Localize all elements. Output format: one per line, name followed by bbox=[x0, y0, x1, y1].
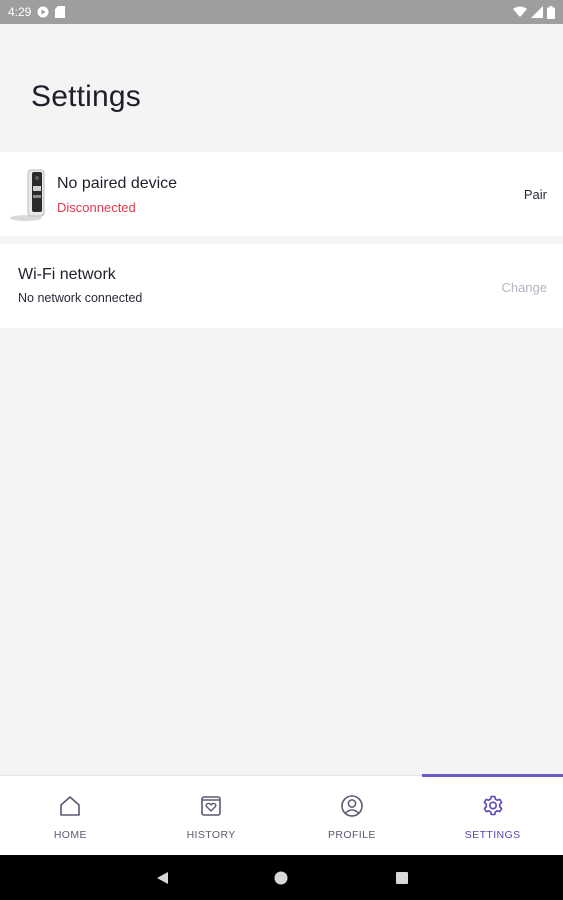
nav-settings[interactable]: SETTINGS bbox=[422, 774, 563, 855]
page-title: Settings bbox=[31, 80, 141, 113]
wifi-title: Wi-Fi network bbox=[18, 266, 116, 283]
device-name: No paired device bbox=[57, 175, 178, 192]
google-play-icon bbox=[37, 6, 49, 18]
nav-profile[interactable]: PROFILE bbox=[282, 776, 423, 855]
bottom-navigation: HOME HISTORY PROFILE SETTINGS bbox=[0, 774, 563, 855]
home-icon bbox=[60, 796, 81, 816]
device-status: Disconnected bbox=[57, 200, 136, 215]
paired-device-row[interactable]: No paired device Disconnected Pair bbox=[0, 152, 563, 236]
status-bar: 4:29 bbox=[0, 0, 563, 24]
gear-icon bbox=[483, 795, 503, 816]
change-wifi-button[interactable]: Change bbox=[501, 280, 547, 295]
signal-icon bbox=[531, 6, 543, 18]
profile-icon bbox=[341, 795, 363, 817]
back-icon[interactable] bbox=[154, 870, 170, 886]
pair-button[interactable]: Pair bbox=[524, 187, 547, 202]
nav-history[interactable]: HISTORY bbox=[141, 776, 282, 855]
battery-icon bbox=[547, 5, 555, 19]
sd-card-icon bbox=[55, 6, 66, 18]
wifi-network-row[interactable]: Wi-Fi network No network connected Chang… bbox=[0, 244, 563, 328]
history-heart-icon bbox=[201, 796, 221, 816]
nav-history-label: HISTORY bbox=[186, 829, 236, 841]
wifi-icon bbox=[513, 6, 527, 18]
wifi-status: No network connected bbox=[18, 291, 143, 305]
nav-profile-label: PROFILE bbox=[328, 829, 376, 841]
camera-device-icon bbox=[8, 169, 48, 223]
recents-icon[interactable] bbox=[394, 870, 410, 886]
system-navigation-bar bbox=[0, 855, 563, 900]
status-time: 4:29 bbox=[8, 5, 32, 19]
home-circle-icon[interactable] bbox=[273, 870, 289, 886]
nav-home[interactable]: HOME bbox=[0, 776, 141, 855]
nav-home-label: HOME bbox=[53, 829, 87, 841]
nav-settings-label: SETTINGS bbox=[464, 829, 521, 841]
